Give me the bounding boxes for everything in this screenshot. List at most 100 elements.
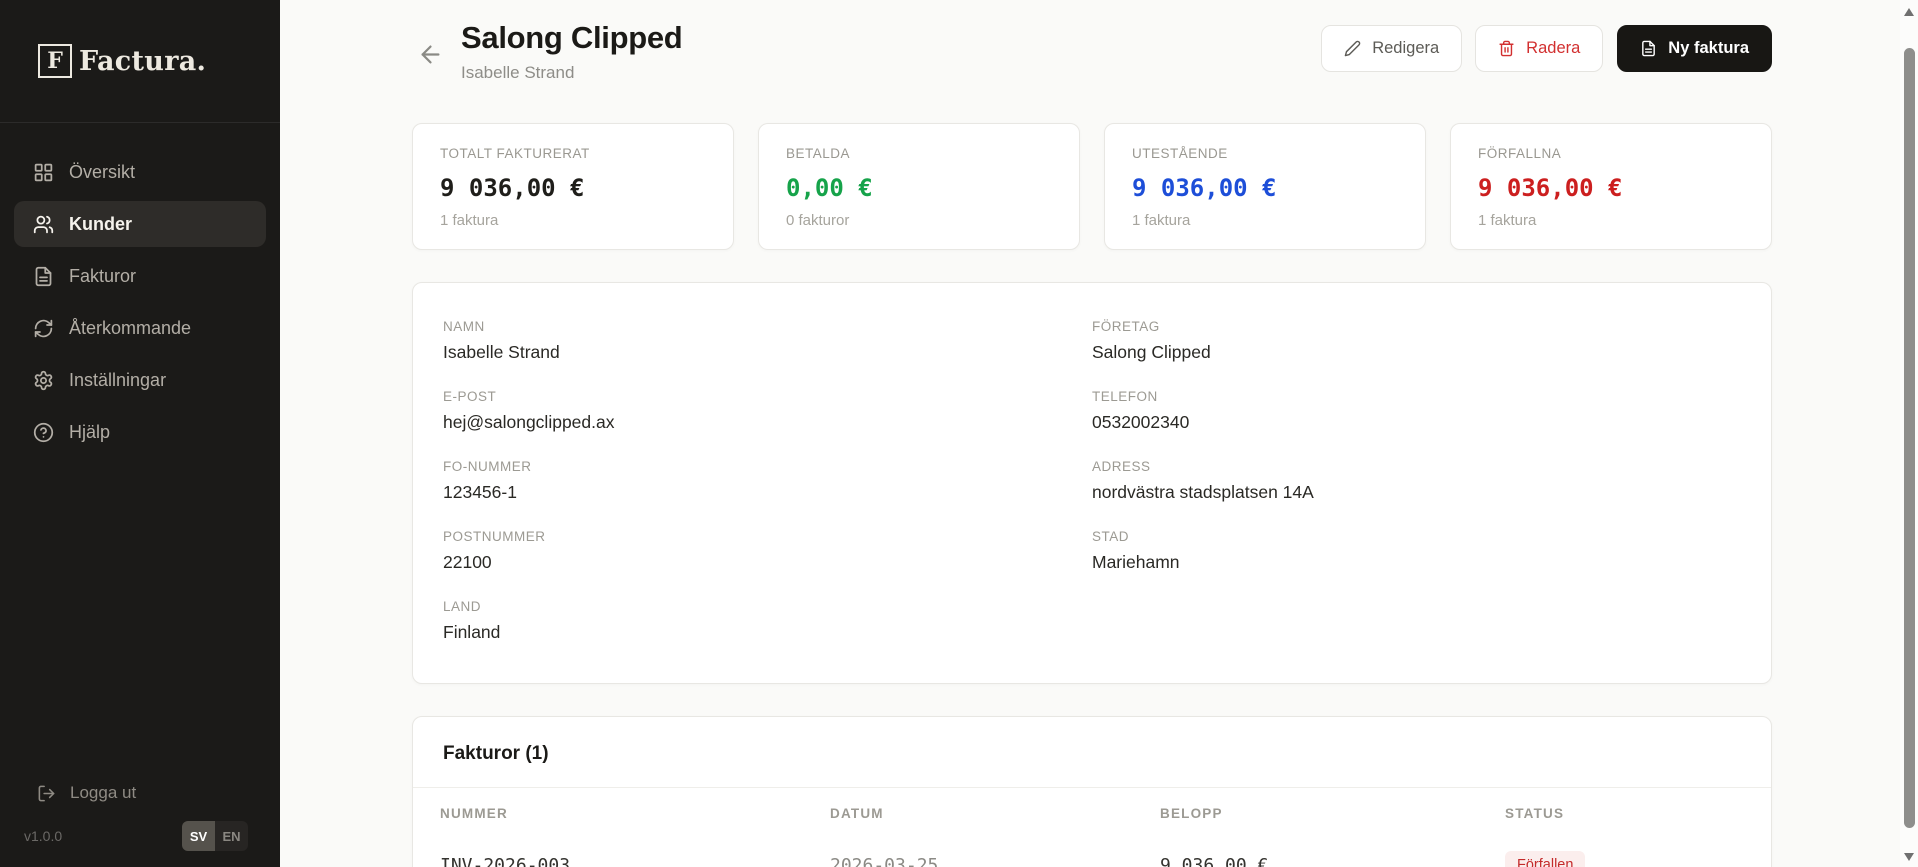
stat-card-total: TOTALT FAKTURERAT 9 036,00 € 1 faktura [412,123,734,250]
sidebar-item-label: Översikt [69,161,136,182]
sidebar-item-aterkommande[interactable]: Återkommande [14,305,266,351]
field-value: 123456-1 [443,482,517,502]
sidebar-nav: Översikt Kunder Fakturor Återkommande In… [14,149,266,461]
language-option-sv[interactable]: SV [182,821,215,851]
column-header-status: STATUS [1505,806,1565,821]
sidebar-item-label: Fakturor [69,265,137,286]
edit-button-label: Redigera [1372,39,1440,57]
sidebar-item-installningar[interactable]: Inställningar [14,357,266,403]
page-header: Salong Clipped Isabelle Strand Redigera … [412,20,1772,83]
field-label: FO-NUMMER [443,459,532,474]
field-land: LAND Finland [443,599,1092,643]
language-option-en[interactable]: EN [215,821,248,851]
edit-button[interactable]: Redigera [1321,25,1463,72]
stat-label: UTESTÅENDE [1132,146,1228,161]
field-label: FÖRETAG [1092,319,1160,334]
column-header-datum: DATUM [830,806,884,821]
invoice-number-cell: INV-2026-003 [440,854,571,867]
vertical-scrollbar[interactable] [1900,0,1918,867]
field-telefon: TELEFON 0532002340 [1092,389,1741,433]
field-label: STAD [1092,529,1130,544]
delete-button[interactable]: Radera [1475,25,1604,72]
scrollbar-thumb[interactable] [1903,48,1915,828]
field-stad: STAD Mariehamn [1092,529,1741,573]
dashboard-grid-icon [34,163,53,181]
main-area: Salong Clipped Isabelle Strand Redigera … [280,0,1918,867]
app-logo: F Factura. [0,0,280,123]
app-version: v1.0.0 [24,828,63,844]
field-value: hej@salongclipped.ax [443,412,615,432]
sidebar-item-label: Kunder [69,213,132,234]
stat-count: 0 fakturor [786,212,850,229]
sidebar-item-label: Hjälp [69,421,111,442]
stat-count: 1 faktura [1132,212,1191,229]
back-button[interactable] [417,28,444,83]
stat-label: BETALDA [786,146,851,161]
stat-value: 9 036,00 € [440,174,585,202]
stat-value: 9 036,00 € [1478,174,1623,202]
invoice-amount-cell: 9 036,00 € [1160,854,1269,867]
stat-value: 0,00 € [786,174,873,202]
field-postnummer: POSTNUMMER 22100 [443,529,1092,573]
stat-card-overdue: FÖRFALLNA 9 036,00 € 1 faktura [1450,123,1772,250]
brand-name: Factura. [79,45,207,77]
stat-count: 1 faktura [1478,212,1537,229]
delete-button-label: Radera [1526,39,1581,57]
language-toggle: SV EN [182,821,248,851]
field-epost: E-POST hej@salongclipped.ax [443,389,1092,433]
sidebar-item-kunder[interactable]: Kunder [14,201,266,247]
field-label: TELEFON [1092,389,1158,404]
sidebar-item-label: Återkommande [69,317,192,338]
details-left-column: NAMN Isabelle Strand E-POST hej@salongcl… [443,319,1092,669]
sidebar-item-oversikt[interactable]: Översikt [14,149,266,195]
stat-card-outstanding: UTESTÅENDE 9 036,00 € 1 faktura [1104,123,1426,250]
sidebar-footer: Logga ut v1.0.0 SV EN [0,771,280,867]
invoice-date-cell: 2026-03-25 [830,854,939,867]
help-circle-icon [33,422,54,442]
field-label: POSTNUMMER [443,529,546,544]
sidebar: F Factura. Översikt Kunder Fakturor Åter… [0,0,280,867]
sidebar-item-hjalp[interactable]: Hjälp [14,409,266,455]
scrollbar-up-arrow-icon[interactable] [1904,8,1914,16]
field-value: Salong Clipped [1092,342,1211,362]
logo-f-icon: F [38,44,72,78]
logout-button[interactable]: Logga ut [24,771,248,815]
field-fonummer: FO-NUMMER 123456-1 [443,459,1092,503]
field-foretag: FÖRETAG Salong Clipped [1092,319,1741,363]
invoices-title: Fakturor (1) [443,743,549,764]
page-title: Salong Clipped [461,20,683,55]
arrow-left-icon [421,45,440,63]
invoices-table-header: NUMMER DATUM BELOPP STATUS [413,788,1771,821]
sidebar-item-fakturor[interactable]: Fakturor [14,253,266,299]
logout-label: Logga ut [70,783,137,802]
invoice-table-row[interactable]: INV-2026-003 2026-03-25 9 036,00 € Förfa… [413,821,1771,867]
users-icon [33,215,54,233]
field-namn: NAMN Isabelle Strand [443,319,1092,363]
stat-value: 9 036,00 € [1132,174,1277,202]
trash-icon [1499,40,1514,57]
invoices-card: Fakturor (1) NUMMER DATUM BELOPP STATUS … [412,716,1772,867]
details-right-column: FÖRETAG Salong Clipped TELEFON 053200234… [1092,319,1741,669]
field-adress: ADRESS nordvästra stadsplatsen 14A [1092,459,1741,503]
column-header-nummer: NUMMER [440,806,508,821]
stat-label: FÖRFALLNA [1478,146,1562,161]
field-value: nordvästra stadsplatsen 14A [1092,482,1314,502]
gear-icon [34,370,53,390]
field-value: Isabelle Strand [443,342,560,362]
field-label: NAMN [443,319,485,334]
field-value: 22100 [443,552,492,572]
sidebar-item-label: Inställningar [69,369,167,390]
new-invoice-button[interactable]: Ny faktura [1617,25,1772,72]
scrollbar-down-arrow-icon[interactable] [1904,853,1914,861]
field-label: LAND [443,599,482,614]
field-label: ADRESS [1092,459,1151,474]
pencil-icon [1344,40,1361,57]
refresh-icon [34,319,53,337]
file-text-icon [35,266,52,286]
field-value: 0532002340 [1092,412,1190,432]
field-value: Finland [443,622,501,642]
field-label: E-POST [443,389,497,404]
stats-row: TOTALT FAKTURERAT 9 036,00 € 1 faktura B… [412,123,1772,250]
stat-count: 1 faktura [440,212,499,229]
new-invoice-button-label: Ny faktura [1668,39,1749,57]
